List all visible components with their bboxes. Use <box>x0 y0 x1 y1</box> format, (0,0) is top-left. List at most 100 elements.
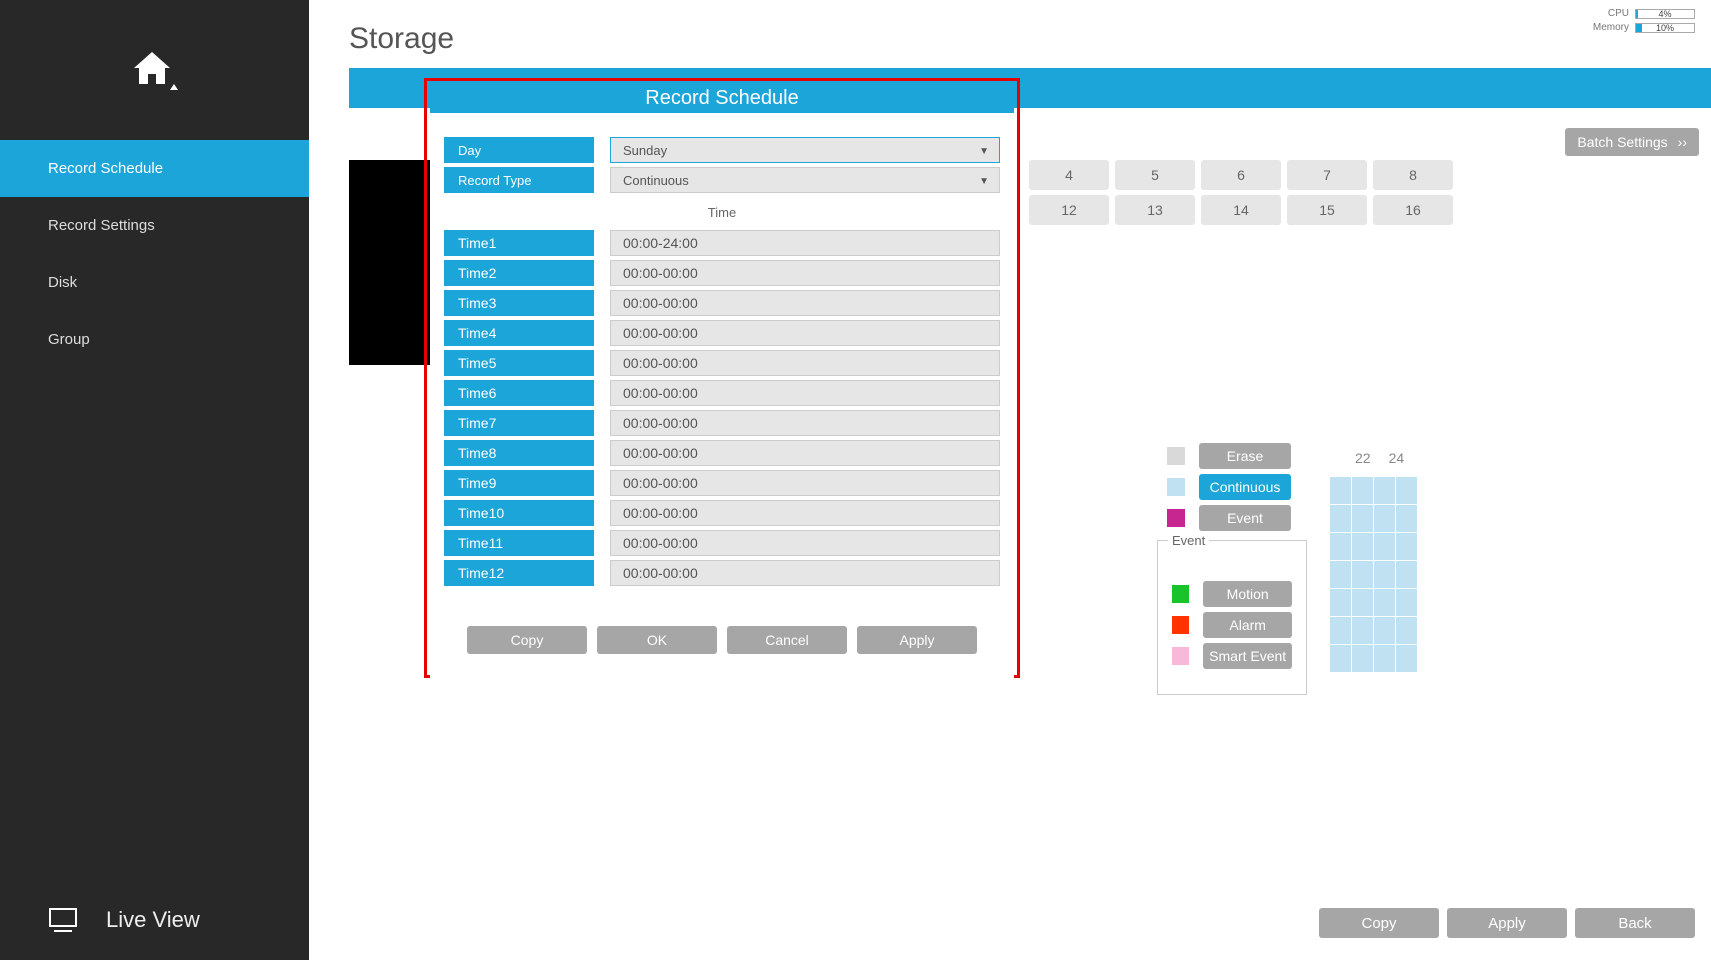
channel-button[interactable]: 16 <box>1373 195 1453 225</box>
time-label: Time9 <box>444 470 594 496</box>
memory-meter: 10% <box>1635 23 1695 33</box>
time-label: Time11 <box>444 530 594 556</box>
monitor-icon <box>48 907 78 933</box>
schedule-cell[interactable] <box>1374 645 1395 672</box>
continuous-button[interactable]: Continuous <box>1199 474 1291 500</box>
sidebar-item-group[interactable]: Group <box>0 311 309 368</box>
time-input[interactable]: 00:00-00:00 <box>610 380 1000 406</box>
copy-button[interactable]: Copy <box>1319 908 1439 938</box>
time-label: Time1 <box>444 230 594 256</box>
swatch-smart-event <box>1172 647 1189 665</box>
record-type-select[interactable]: Continuous ▼ <box>610 167 1000 193</box>
channel-button[interactable]: 14 <box>1201 195 1281 225</box>
schedule-cell[interactable] <box>1396 561 1417 588</box>
channel-button[interactable]: 13 <box>1115 195 1195 225</box>
erase-button[interactable]: Erase <box>1199 443 1291 469</box>
channel-button[interactable]: 5 <box>1115 160 1195 190</box>
motion-button[interactable]: Motion <box>1203 581 1292 607</box>
event-button[interactable]: Event <box>1199 505 1291 531</box>
swatch-continuous <box>1167 478 1185 496</box>
schedule-cell[interactable] <box>1374 617 1395 644</box>
time-input[interactable]: 00:00-00:00 <box>610 470 1000 496</box>
swatch-erase <box>1167 447 1185 465</box>
schedule-cell[interactable] <box>1330 645 1351 672</box>
dialog-title: Record Schedule <box>430 83 1014 113</box>
time-input[interactable]: 00:00-00:00 <box>610 410 1000 436</box>
time-input[interactable]: 00:00-00:00 <box>610 500 1000 526</box>
time-input[interactable]: 00:00-00:00 <box>610 440 1000 466</box>
dialog-apply-button[interactable]: Apply <box>857 626 977 654</box>
time-label: Time5 <box>444 350 594 376</box>
channel-button[interactable]: 7 <box>1287 160 1367 190</box>
schedule-cell[interactable] <box>1352 561 1373 588</box>
time-input[interactable]: 00:00-24:00 <box>610 230 1000 256</box>
home-icon <box>130 48 180 92</box>
schedule-cell[interactable] <box>1352 589 1373 616</box>
liveview-label: Live View <box>106 907 200 933</box>
schedule-cell[interactable] <box>1374 589 1395 616</box>
swatch-event <box>1167 509 1185 527</box>
home-button[interactable] <box>0 0 309 140</box>
sidebar-item-record-schedule[interactable]: Record Schedule <box>0 140 309 197</box>
system-stats: CPU 4% Memory 10% <box>1593 8 1695 36</box>
record-type-label: Record Type <box>444 167 594 193</box>
chevron-down-icon: ▼ <box>979 176 989 187</box>
day-label: Day <box>444 137 594 163</box>
time-input[interactable]: 00:00-00:00 <box>610 290 1000 316</box>
day-select[interactable]: Sunday ▼ <box>610 137 1000 163</box>
channel-grid: 45678 1213141516 <box>1029 160 1699 230</box>
legend-panel: Erase Continuous Event <box>1167 443 1497 536</box>
schedule-cell[interactable] <box>1330 533 1351 560</box>
schedule-cell[interactable] <box>1330 589 1351 616</box>
schedule-cell[interactable] <box>1330 561 1351 588</box>
dialog-ok-button[interactable]: OK <box>597 626 717 654</box>
schedule-cell[interactable] <box>1352 645 1373 672</box>
page-footer-buttons: Copy Apply Back <box>1319 908 1695 938</box>
time-header: Time <box>444 197 1000 230</box>
time-input[interactable]: 00:00-00:00 <box>610 530 1000 556</box>
channel-button[interactable]: 12 <box>1029 195 1109 225</box>
schedule-cell[interactable] <box>1396 589 1417 616</box>
time-label: Time3 <box>444 290 594 316</box>
channel-button[interactable]: 6 <box>1201 160 1281 190</box>
batch-settings-button[interactable]: Batch Settings ›› <box>1565 128 1699 156</box>
schedule-cell[interactable] <box>1374 561 1395 588</box>
schedule-cell[interactable] <box>1396 645 1417 672</box>
record-schedule-dialog: Record Schedule Day Sunday ▼ Record Type… <box>430 83 1014 680</box>
time-label: Time12 <box>444 560 594 586</box>
time-input[interactable]: 00:00-00:00 <box>610 560 1000 586</box>
time-input[interactable]: 00:00-00:00 <box>610 350 1000 376</box>
sidebar-item-record-settings[interactable]: Record Settings <box>0 197 309 254</box>
schedule-cell[interactable] <box>1352 617 1373 644</box>
time-label: Time2 <box>444 260 594 286</box>
event-group-label: Event <box>1168 533 1209 548</box>
page-title: Storage <box>309 0 1711 74</box>
sidebar-item-disk[interactable]: Disk <box>0 254 309 311</box>
alarm-button[interactable]: Alarm <box>1203 612 1292 638</box>
channel-button[interactable]: 8 <box>1373 160 1453 190</box>
cpu-meter: 4% <box>1635 9 1695 19</box>
dialog-copy-button[interactable]: Copy <box>467 626 587 654</box>
event-group: Event Motion Alarm Smart Event <box>1157 540 1307 695</box>
swatch-motion <box>1172 585 1189 603</box>
channel-button[interactable]: 4 <box>1029 160 1109 190</box>
schedule-cell[interactable] <box>1396 617 1417 644</box>
cpu-label: CPU <box>1608 8 1629 19</box>
apply-button[interactable]: Apply <box>1447 908 1567 938</box>
time-label: Time7 <box>444 410 594 436</box>
time-label: Time10 <box>444 500 594 526</box>
smart-event-button[interactable]: Smart Event <box>1203 643 1292 669</box>
liveview-button[interactable]: Live View <box>0 880 309 960</box>
time-input[interactable]: 00:00-00:00 <box>610 320 1000 346</box>
swatch-alarm <box>1172 616 1189 634</box>
schedule-cell[interactable] <box>1352 533 1373 560</box>
time-input[interactable]: 00:00-00:00 <box>610 260 1000 286</box>
back-button[interactable]: Back <box>1575 908 1695 938</box>
schedule-cell[interactable] <box>1330 617 1351 644</box>
channel-button[interactable]: 15 <box>1287 195 1367 225</box>
schedule-cell[interactable] <box>1374 533 1395 560</box>
schedule-cell[interactable] <box>1396 533 1417 560</box>
time-label: Time8 <box>444 440 594 466</box>
chevron-right-icon: ›› <box>1678 134 1687 150</box>
dialog-cancel-button[interactable]: Cancel <box>727 626 847 654</box>
